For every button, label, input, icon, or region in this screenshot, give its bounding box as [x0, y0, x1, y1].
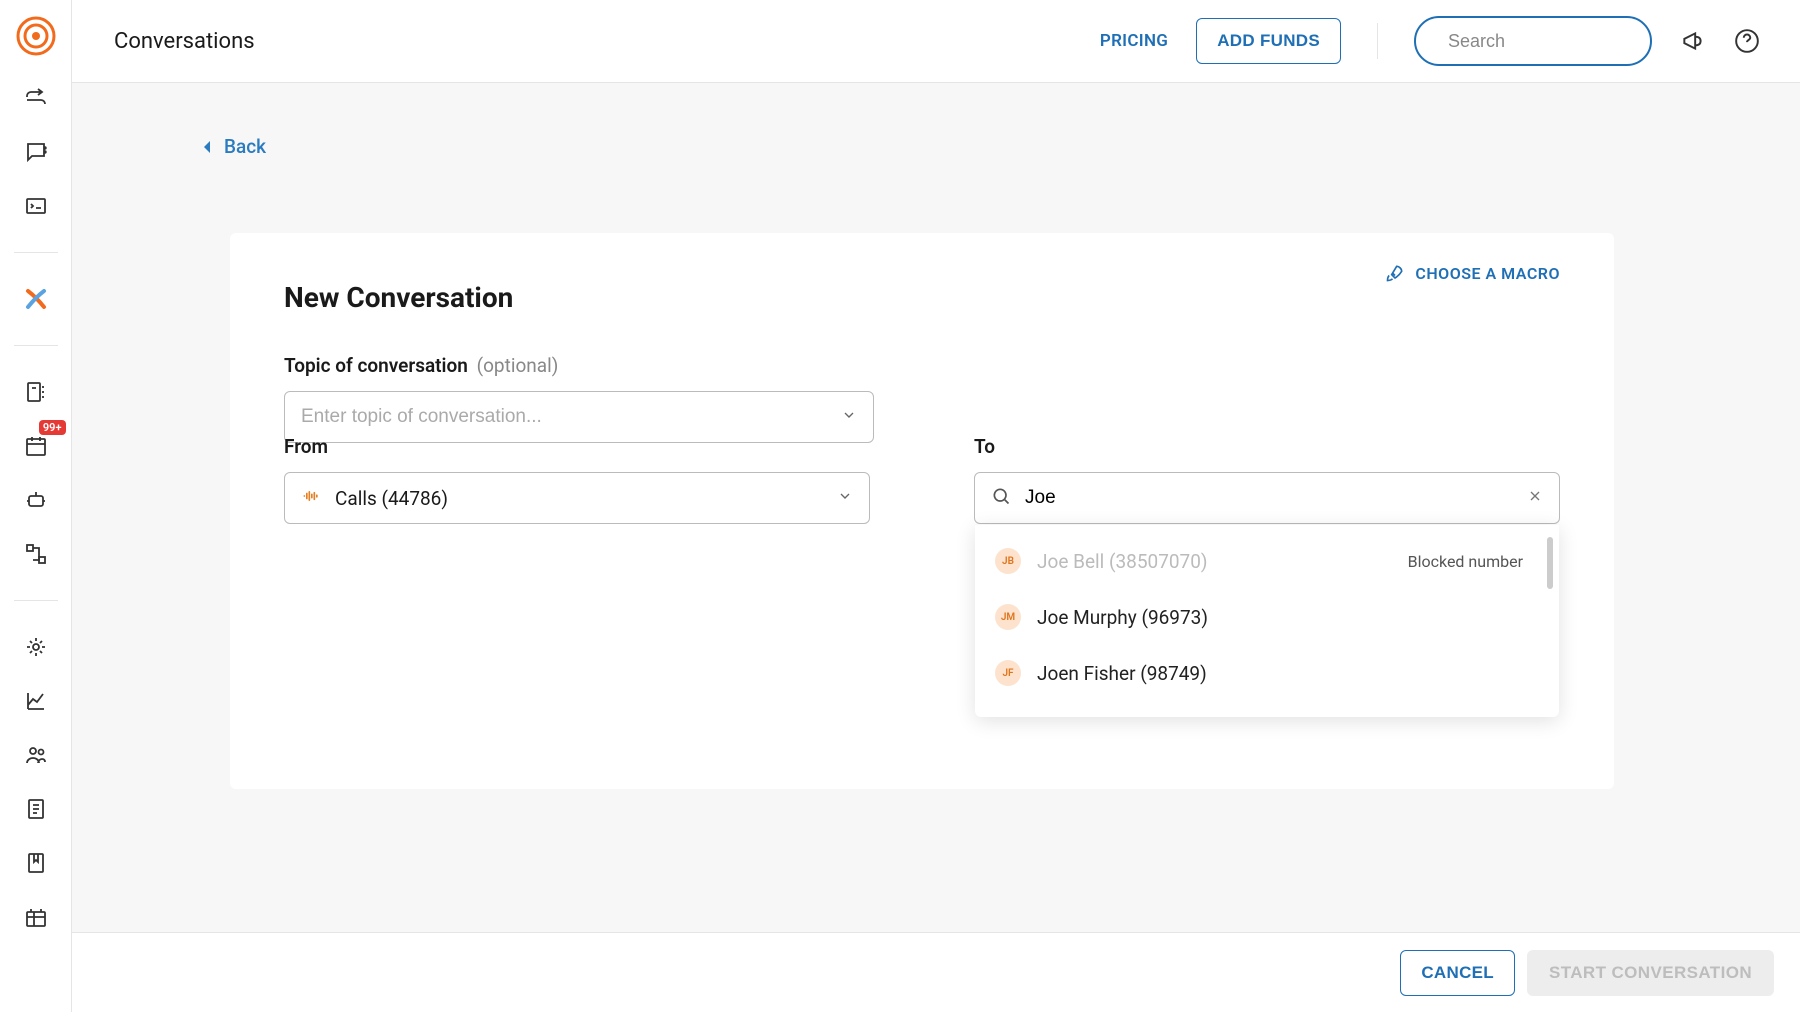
nav-forward-icon[interactable]: [24, 86, 48, 110]
chevron-down-icon: [837, 488, 853, 508]
suggestion-item-blocked: JB Joe Bell (38507070) Blocked number: [975, 533, 1559, 589]
topic-label: Topic of conversation (optional): [284, 354, 558, 377]
avatar: JB: [995, 548, 1021, 574]
nav-contacts-icon[interactable]: [24, 380, 48, 404]
suggestion-name: Joe Murphy (96973): [1037, 606, 1208, 629]
main-content: Back New Conversation CHOOSE A MACRO Top…: [72, 83, 1800, 1012]
pricing-link[interactable]: PRICING: [1100, 31, 1168, 51]
top-header: Conversations PRICING ADD FUNDS: [72, 0, 1800, 83]
to-search-box[interactable]: JB Joe Bell (38507070) Blocked number JM…: [974, 472, 1560, 524]
sidebar-divider: [14, 600, 58, 601]
announcements-icon[interactable]: [1680, 28, 1706, 54]
nav-bot-icon[interactable]: [24, 488, 48, 512]
suggestion-name: Joen Fisher (98749): [1037, 662, 1207, 685]
chevron-down-icon: [841, 407, 857, 427]
app-logo[interactable]: [16, 16, 56, 56]
left-sidebar: 99+: [0, 0, 72, 1012]
avatar: JM: [995, 604, 1021, 630]
search-icon: [991, 486, 1011, 510]
header-divider: [1377, 23, 1378, 59]
back-label: Back: [224, 135, 266, 158]
from-select[interactable]: Calls (44786): [284, 472, 870, 524]
nav-moments-icon[interactable]: [24, 635, 48, 659]
nav-analytics-icon[interactable]: [24, 689, 48, 713]
from-label: From: [284, 435, 328, 458]
to-label: To: [974, 435, 995, 458]
global-search[interactable]: [1414, 16, 1652, 66]
nav-flow-icon[interactable]: [24, 542, 48, 566]
card-title: New Conversation: [284, 281, 1560, 314]
avatar: JF: [995, 660, 1021, 686]
back-link[interactable]: Back: [202, 135, 266, 158]
from-value: Calls (44786): [335, 487, 448, 510]
new-conversation-card: New Conversation CHOOSE A MACRO Topic of…: [230, 233, 1614, 789]
suggestion-item[interactable]: JM Joe Murphy (96973): [975, 589, 1559, 645]
notification-badge: 99+: [39, 420, 66, 435]
scrollbar[interactable]: [1547, 537, 1553, 589]
help-icon[interactable]: [1734, 28, 1760, 54]
choose-macro-link[interactable]: CHOOSE A MACRO: [1385, 263, 1560, 283]
nav-chat-icon[interactable]: [24, 140, 48, 164]
nav-calendar-icon[interactable]: 99+: [24, 434, 48, 458]
suggestion-item[interactable]: JF Joen Fisher (98749): [975, 645, 1559, 701]
footer-bar: CANCEL START CONVERSATION: [72, 932, 1800, 1012]
calls-icon: [301, 486, 321, 510]
global-search-input[interactable]: [1448, 31, 1680, 52]
suggestion-name: Joe Bell (38507070): [1037, 550, 1208, 573]
to-search-input[interactable]: [1025, 487, 1527, 509]
sidebar-divider: [14, 345, 58, 346]
start-conversation-button: START CONVERSATION: [1527, 950, 1774, 996]
nav-terminal-icon[interactable]: [24, 194, 48, 218]
suggestion-status: Blocked number: [1408, 552, 1539, 571]
rocket-icon: [1385, 263, 1405, 283]
topic-input[interactable]: [301, 406, 841, 428]
cancel-button[interactable]: CANCEL: [1400, 950, 1515, 996]
nav-x-color-icon[interactable]: [24, 287, 48, 311]
back-caret-icon: [202, 140, 212, 154]
page-title: Conversations: [114, 29, 255, 54]
choose-macro-label: CHOOSE A MACRO: [1415, 264, 1560, 283]
nav-people-icon[interactable]: [24, 743, 48, 767]
add-funds-button[interactable]: ADD FUNDS: [1196, 18, 1341, 64]
nav-grid-icon[interactable]: [24, 905, 48, 929]
to-suggestions-dropdown: JB Joe Bell (38507070) Blocked number JM…: [975, 525, 1559, 717]
sidebar-divider: [14, 252, 58, 253]
clear-icon[interactable]: [1527, 488, 1543, 508]
nav-file-icon[interactable]: [24, 797, 48, 821]
nav-bookmark-icon[interactable]: [24, 851, 48, 875]
